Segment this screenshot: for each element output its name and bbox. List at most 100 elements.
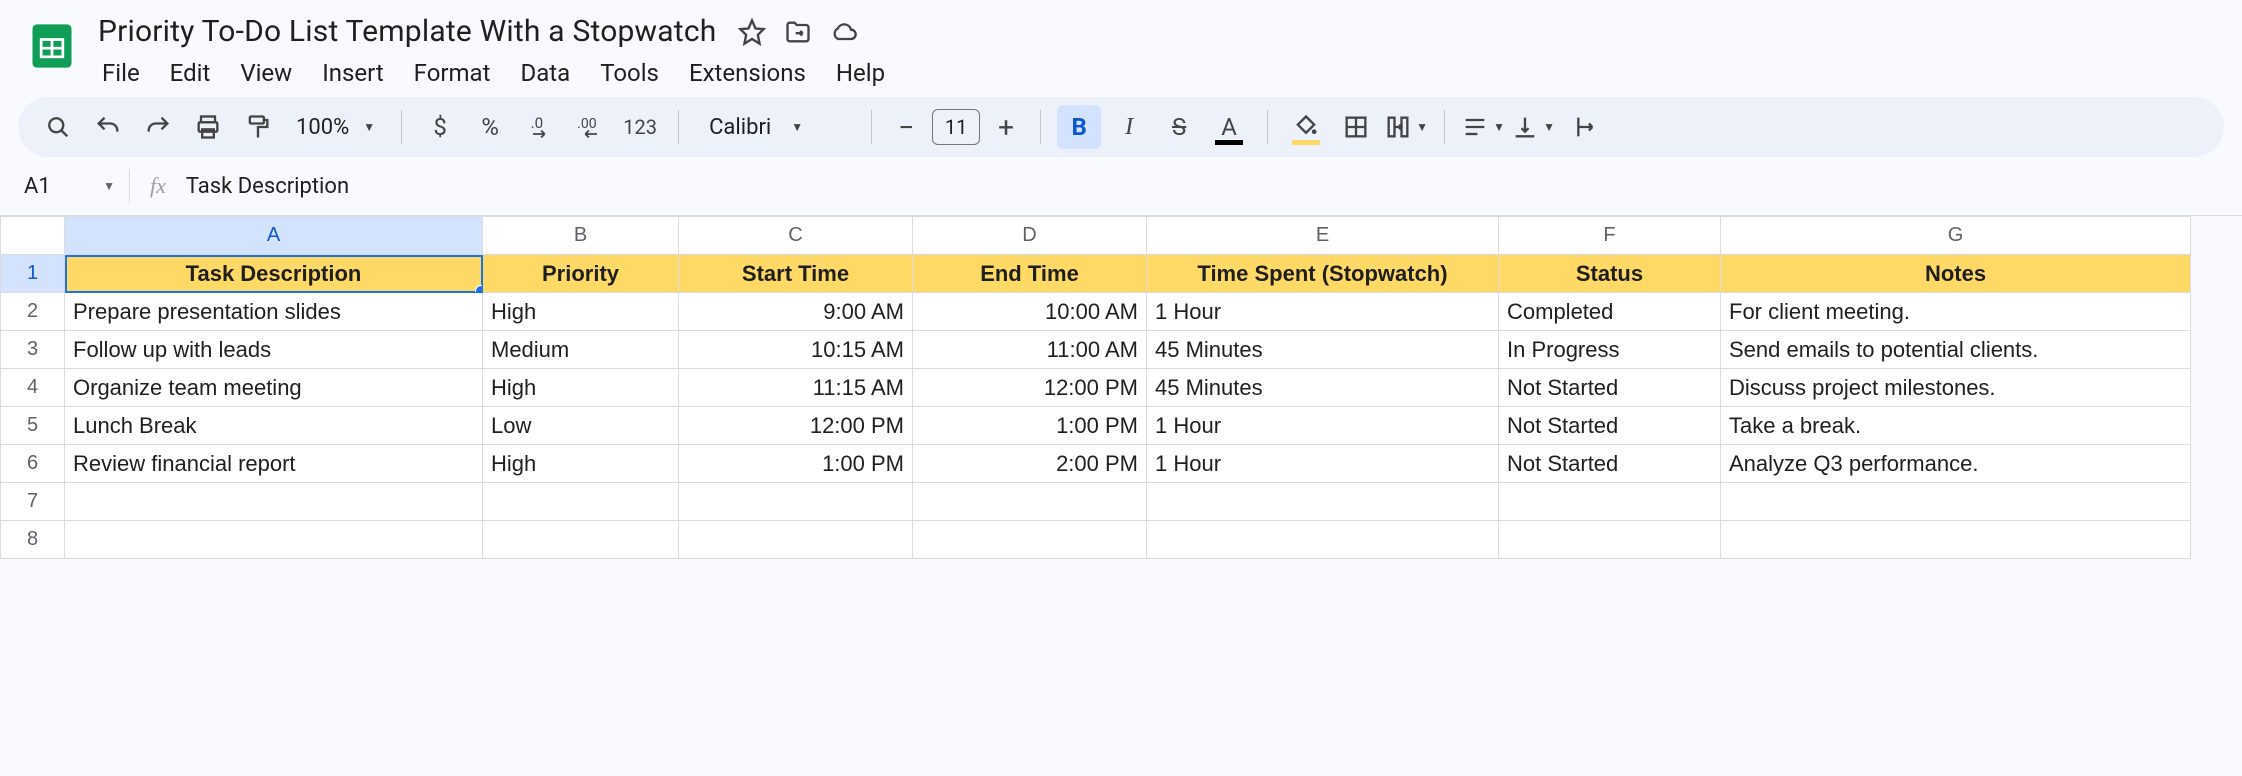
- cell-D7[interactable]: [913, 483, 1147, 521]
- cell-E6[interactable]: 1 Hour: [1147, 445, 1499, 483]
- menu-edit[interactable]: Edit: [170, 59, 211, 87]
- row-header-1[interactable]: 1: [1, 255, 65, 293]
- cell-B8[interactable]: [483, 521, 679, 559]
- merge-button[interactable]: ▼: [1384, 105, 1428, 149]
- menu-insert[interactable]: Insert: [322, 59, 383, 87]
- decrease-decimal-button[interactable]: .0: [518, 105, 562, 149]
- col-header-C[interactable]: C: [679, 217, 913, 255]
- cell-F7[interactable]: [1499, 483, 1721, 521]
- cell-E1[interactable]: Time Spent (Stopwatch): [1147, 255, 1499, 293]
- row-header-4[interactable]: 4: [1, 369, 65, 407]
- font-size-increase[interactable]: +: [988, 109, 1024, 145]
- cell-G4[interactable]: Discuss project milestones.: [1721, 369, 2191, 407]
- col-header-G[interactable]: G: [1721, 217, 2191, 255]
- name-box[interactable]: A1 ▼: [10, 169, 130, 203]
- select-all-corner[interactable]: [1, 217, 65, 255]
- col-header-B[interactable]: B: [483, 217, 679, 255]
- menu-extensions[interactable]: Extensions: [689, 59, 806, 87]
- cell-A1[interactable]: Task Description: [65, 255, 483, 293]
- cloud-status-icon[interactable]: [830, 18, 858, 46]
- menu-file[interactable]: File: [102, 59, 140, 87]
- cell-F2[interactable]: Completed: [1499, 293, 1721, 331]
- cell-G3[interactable]: Send emails to potential clients.: [1721, 331, 2191, 369]
- cell-G1[interactable]: Notes: [1721, 255, 2191, 293]
- cell-A7[interactable]: [65, 483, 483, 521]
- cell-G6[interactable]: Analyze Q3 performance.: [1721, 445, 2191, 483]
- col-header-F[interactable]: F: [1499, 217, 1721, 255]
- cell-A5[interactable]: Lunch Break: [65, 407, 483, 445]
- cell-A8[interactable]: [65, 521, 483, 559]
- print-button[interactable]: [186, 105, 230, 149]
- row-header-8[interactable]: 8: [1, 521, 65, 559]
- menu-data[interactable]: Data: [520, 59, 570, 87]
- cell-B6[interactable]: High: [483, 445, 679, 483]
- menu-tools[interactable]: Tools: [600, 59, 659, 87]
- text-color-button[interactable]: A: [1207, 105, 1251, 149]
- bold-button[interactable]: B: [1057, 105, 1101, 149]
- cell-A2[interactable]: Prepare presentation slides: [65, 293, 483, 331]
- row-header-3[interactable]: 3: [1, 331, 65, 369]
- cell-C5[interactable]: 12:00 PM: [679, 407, 913, 445]
- cell-F1[interactable]: Status: [1499, 255, 1721, 293]
- search-icon[interactable]: [36, 105, 80, 149]
- cell-F8[interactable]: [1499, 521, 1721, 559]
- zoom-select[interactable]: 100%▼: [286, 115, 385, 140]
- cell-A4[interactable]: Organize team meeting: [65, 369, 483, 407]
- spreadsheet-grid[interactable]: ABCDEFG1Task DescriptionPriorityStart Ti…: [0, 215, 2242, 559]
- cell-D2[interactable]: 10:00 AM: [913, 293, 1147, 331]
- col-header-A[interactable]: A: [65, 217, 483, 255]
- row-header-5[interactable]: 5: [1, 407, 65, 445]
- cell-F4[interactable]: Not Started: [1499, 369, 1721, 407]
- format-123-button[interactable]: 123: [618, 105, 662, 149]
- cell-C4[interactable]: 11:15 AM: [679, 369, 913, 407]
- cell-D3[interactable]: 11:00 AM: [913, 331, 1147, 369]
- format-currency-button[interactable]: $: [418, 105, 462, 149]
- doc-title[interactable]: Priority To-Do List Template With a Stop…: [98, 14, 716, 49]
- horizontal-align-button[interactable]: ▼: [1461, 105, 1505, 149]
- cell-D5[interactable]: 1:00 PM: [913, 407, 1147, 445]
- cell-B3[interactable]: Medium: [483, 331, 679, 369]
- cell-E8[interactable]: [1147, 521, 1499, 559]
- cell-B2[interactable]: High: [483, 293, 679, 331]
- menu-view[interactable]: View: [240, 59, 292, 87]
- menu-format[interactable]: Format: [414, 59, 491, 87]
- cell-D1[interactable]: End Time: [913, 255, 1147, 293]
- cell-G5[interactable]: Take a break.: [1721, 407, 2191, 445]
- strike-button[interactable]: S: [1157, 105, 1201, 149]
- star-icon[interactable]: [738, 18, 766, 46]
- cell-C3[interactable]: 10:15 AM: [679, 331, 913, 369]
- borders-button[interactable]: [1334, 105, 1378, 149]
- cell-G7[interactable]: [1721, 483, 2191, 521]
- row-header-2[interactable]: 2: [1, 293, 65, 331]
- cell-D4[interactable]: 12:00 PM: [913, 369, 1147, 407]
- col-header-E[interactable]: E: [1147, 217, 1499, 255]
- font-select[interactable]: Calibri▼: [695, 115, 855, 140]
- cell-C1[interactable]: Start Time: [679, 255, 913, 293]
- cell-G8[interactable]: [1721, 521, 2191, 559]
- paint-format-button[interactable]: [236, 105, 280, 149]
- cell-B1[interactable]: Priority: [483, 255, 679, 293]
- cell-E7[interactable]: [1147, 483, 1499, 521]
- redo-button[interactable]: [136, 105, 180, 149]
- cell-F3[interactable]: In Progress: [1499, 331, 1721, 369]
- fill-color-button[interactable]: [1284, 105, 1328, 149]
- font-size-decrease[interactable]: −: [888, 109, 924, 145]
- undo-button[interactable]: [86, 105, 130, 149]
- italic-button[interactable]: I: [1107, 105, 1151, 149]
- font-size-input[interactable]: 11: [932, 109, 980, 145]
- row-header-6[interactable]: 6: [1, 445, 65, 483]
- cell-G2[interactable]: For client meeting.: [1721, 293, 2191, 331]
- cell-E4[interactable]: 45 Minutes: [1147, 369, 1499, 407]
- cell-F6[interactable]: Not Started: [1499, 445, 1721, 483]
- move-icon[interactable]: [784, 18, 812, 46]
- wrap-button[interactable]: [1561, 105, 1605, 149]
- row-header-7[interactable]: 7: [1, 483, 65, 521]
- sheets-logo[interactable]: [24, 10, 80, 82]
- cell-A3[interactable]: Follow up with leads: [65, 331, 483, 369]
- cell-D6[interactable]: 2:00 PM: [913, 445, 1147, 483]
- cell-C2[interactable]: 9:00 AM: [679, 293, 913, 331]
- cell-A6[interactable]: Review financial report: [65, 445, 483, 483]
- cell-D8[interactable]: [913, 521, 1147, 559]
- cell-B5[interactable]: Low: [483, 407, 679, 445]
- cell-F5[interactable]: Not Started: [1499, 407, 1721, 445]
